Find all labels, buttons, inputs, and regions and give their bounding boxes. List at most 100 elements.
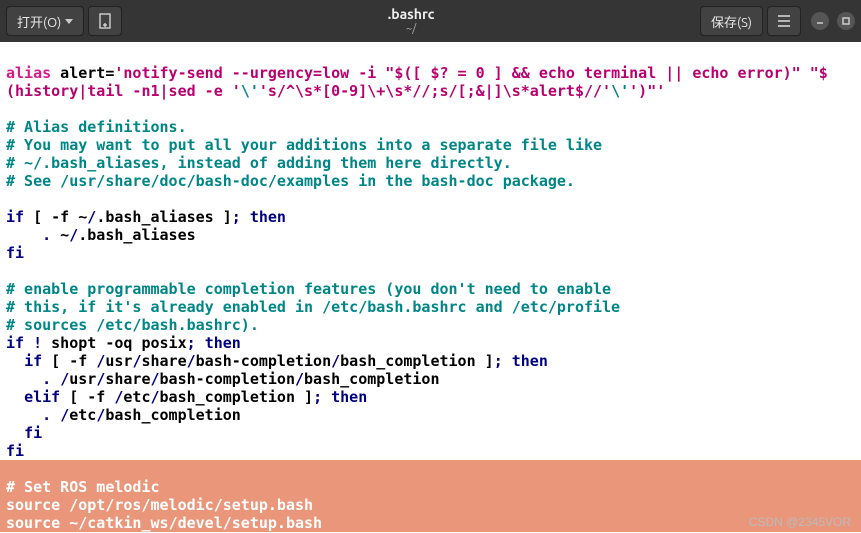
text: ~ bbox=[60, 514, 78, 532]
slash: / bbox=[141, 496, 150, 514]
text bbox=[6, 424, 24, 442]
text: setup.bash bbox=[232, 514, 322, 532]
comment: # ~/.bash_aliases, instead of adding the… bbox=[6, 154, 512, 172]
new-document-button[interactable] bbox=[88, 6, 122, 36]
text: ~ bbox=[51, 226, 69, 244]
kw-then: then bbox=[205, 334, 241, 352]
window-controls bbox=[811, 12, 855, 30]
save-button[interactable]: 保存(S) bbox=[700, 6, 763, 36]
kw-fi: fi bbox=[24, 424, 42, 442]
esc: \' bbox=[241, 82, 259, 100]
kw-source: source bbox=[6, 496, 60, 514]
text bbox=[6, 406, 42, 424]
slash: / bbox=[87, 208, 96, 226]
semi: ; bbox=[494, 352, 503, 370]
text: [ -f bbox=[42, 352, 96, 370]
slash: / bbox=[96, 370, 105, 388]
kw-then: then bbox=[512, 352, 548, 370]
text: catkin_ws bbox=[87, 514, 168, 532]
chevron-down-icon bbox=[65, 19, 73, 24]
comment: # Alias definitions. bbox=[6, 118, 187, 136]
dot: . bbox=[42, 370, 51, 388]
kw-alias: alias bbox=[6, 64, 51, 82]
text: etc bbox=[123, 388, 150, 406]
comment: # See /usr/share/doc/bash-doc/examples i… bbox=[6, 172, 575, 190]
esc: \' bbox=[611, 82, 629, 100]
text: bash-completion bbox=[160, 370, 295, 388]
kw-if: if bbox=[6, 334, 24, 352]
text: alert= bbox=[51, 64, 114, 82]
titlebar: 打开(O) .bashrc ~/ 保存(S) bbox=[0, 0, 861, 42]
text: usr bbox=[69, 370, 96, 388]
kw-fi: fi bbox=[6, 442, 24, 460]
save-label: 保存(S) bbox=[711, 12, 752, 31]
text: devel bbox=[178, 514, 223, 532]
watermark: CSDN @2345VOR bbox=[749, 515, 851, 529]
semi: ; bbox=[313, 388, 322, 406]
window-title-area: .bashrc ~/ bbox=[126, 7, 696, 34]
slash: / bbox=[331, 352, 340, 370]
slash: / bbox=[187, 352, 196, 370]
text bbox=[6, 388, 24, 406]
open-button[interactable]: 打开(O) bbox=[6, 6, 84, 36]
text bbox=[51, 406, 60, 424]
menu-button[interactable] bbox=[767, 6, 801, 36]
text: .bash_aliases bbox=[78, 226, 195, 244]
editor-content[interactable]: alias alert='notify-send --urgency=low -… bbox=[0, 42, 861, 532]
slash: / bbox=[214, 496, 223, 514]
text: bash_completion bbox=[304, 370, 439, 388]
comment: # enable programmable completion feature… bbox=[6, 280, 611, 298]
text: opt bbox=[78, 496, 105, 514]
text: bash_completion ] bbox=[160, 388, 314, 406]
kw-then: then bbox=[331, 388, 367, 406]
comment: # sources /etc/bash.bashrc). bbox=[6, 316, 259, 334]
window-subtitle: ~/ bbox=[406, 23, 416, 35]
open-label: 打开(O) bbox=[17, 12, 61, 31]
slash: / bbox=[96, 352, 105, 370]
comment: # You may want to put all your additions… bbox=[6, 136, 602, 154]
text bbox=[6, 370, 42, 388]
text: bash_completion ] bbox=[340, 352, 494, 370]
maximize-icon bbox=[842, 17, 850, 25]
text bbox=[51, 370, 60, 388]
comment: # Set ROS melodic bbox=[6, 478, 160, 496]
kw-if: if bbox=[24, 352, 42, 370]
text: melodic bbox=[151, 496, 214, 514]
slash: / bbox=[169, 514, 178, 532]
slash: / bbox=[223, 514, 232, 532]
semi: ; bbox=[187, 334, 196, 352]
bang: ! bbox=[33, 334, 42, 352]
kw-fi: fi bbox=[6, 244, 24, 262]
text: share bbox=[141, 352, 186, 370]
text: -oq posix bbox=[105, 334, 186, 352]
slash: / bbox=[295, 370, 304, 388]
document-icon bbox=[98, 13, 112, 29]
slash: / bbox=[60, 370, 69, 388]
hamburger-icon bbox=[777, 15, 791, 27]
text: [ -f bbox=[60, 388, 114, 406]
text: share bbox=[105, 370, 150, 388]
str: ')"' bbox=[629, 82, 665, 100]
slash: / bbox=[60, 406, 69, 424]
window-title: .bashrc bbox=[388, 7, 435, 22]
str: (history|tail -n1|sed -e ' bbox=[6, 82, 241, 100]
slash: / bbox=[151, 388, 160, 406]
minimize-icon bbox=[816, 17, 824, 25]
kw-if: if bbox=[6, 208, 24, 226]
text: shopt bbox=[42, 334, 105, 352]
slash: / bbox=[69, 496, 78, 514]
text bbox=[6, 226, 42, 244]
dot: . bbox=[42, 406, 51, 424]
text: bash-completion bbox=[196, 352, 331, 370]
text: .bash_aliases ] bbox=[96, 208, 231, 226]
str: 'notify-send --urgency=low -i "$([ $? = … bbox=[114, 64, 827, 82]
kw-elif: elif bbox=[24, 388, 60, 406]
slash: / bbox=[69, 226, 78, 244]
slash: / bbox=[151, 370, 160, 388]
text: [ -f ~ bbox=[24, 208, 87, 226]
maximize-button[interactable] bbox=[837, 12, 855, 30]
minimize-button[interactable] bbox=[811, 12, 829, 30]
text: setup.bash bbox=[223, 496, 313, 514]
semi: ; bbox=[232, 208, 241, 226]
slash: / bbox=[96, 406, 105, 424]
